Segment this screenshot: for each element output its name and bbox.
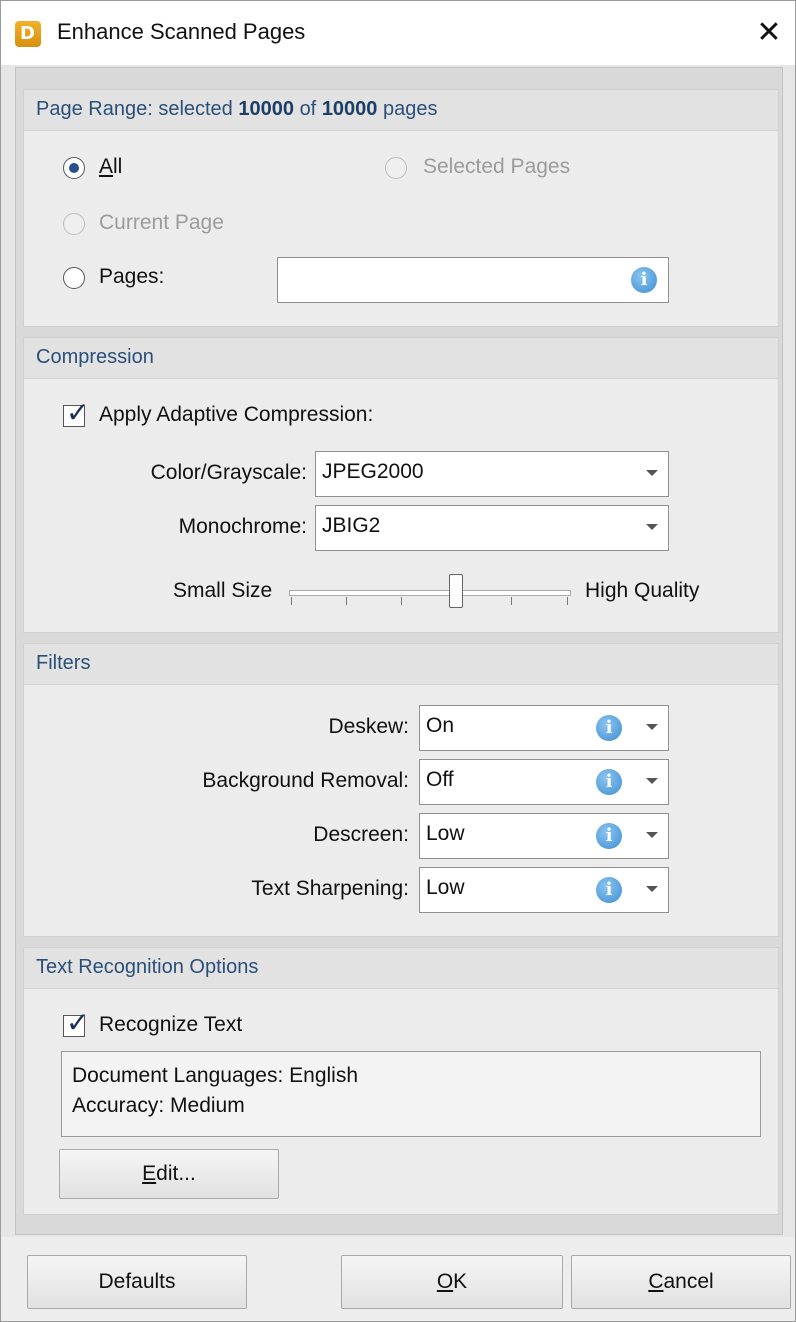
slider-tick <box>511 597 512 605</box>
apply-compression-label[interactable]: Apply Adaptive Compression: <box>99 403 373 427</box>
enhance-scanned-pages-dialog: D Enhance Scanned Pages ✕ Page Range: se… <box>0 0 796 1322</box>
chevron-down-icon <box>646 832 658 838</box>
slider-thumb[interactable] <box>449 574 463 608</box>
compression-header: Compression <box>24 338 778 379</box>
color-grayscale-value: JPEG2000 <box>322 460 424 483</box>
color-grayscale-select[interactable]: JPEG2000 <box>315 451 669 497</box>
close-icon[interactable]: ✕ <box>751 15 787 51</box>
info-icon[interactable]: i <box>596 769 622 795</box>
recognize-text-checkbox[interactable]: ✓ <box>63 1006 89 1039</box>
monochrome-label: Monochrome: <box>178 515 307 538</box>
descreen-select[interactable]: Low i <box>419 813 669 859</box>
pages-label[interactable]: Pages: <box>99 265 164 289</box>
info-icon[interactable]: i <box>631 267 657 293</box>
text-recognition-header: Text Recognition Options <box>24 948 778 989</box>
info-icon[interactable]: i <box>596 823 622 849</box>
cancel-button[interactable]: Cancel <box>571 1255 791 1309</box>
slider-tick <box>346 597 347 605</box>
monochrome-value: JBIG2 <box>322 514 381 537</box>
compression-title: Compression <box>36 346 154 368</box>
slider-min-label: Small Size <box>173 579 273 602</box>
accuracy-text: Accuracy: Medium <box>72 1094 245 1117</box>
page-range-prefix: Page Range: selected <box>36 98 233 120</box>
selected-count: 10000 <box>238 98 294 120</box>
text-sharpening-label: Text Sharpening: <box>251 877 409 900</box>
page-range-pages: pages <box>383 98 438 120</box>
background-removal-select[interactable]: Off i <box>419 759 669 805</box>
apply-compression-checkbox[interactable]: ✓ <box>63 396 89 429</box>
deskew-value: On <box>426 714 455 737</box>
chevron-down-icon <box>646 470 658 476</box>
chevron-down-icon <box>646 886 658 892</box>
current-page-label: Current Page <box>99 211 224 234</box>
app-logo-icon: D <box>15 21 41 47</box>
slider-tick <box>401 597 402 605</box>
deskew-label: Deskew: <box>328 715 409 738</box>
checkmark-icon: ✓ <box>66 1006 90 1039</box>
filters-title: Filters <box>36 652 91 674</box>
chevron-down-icon <box>646 524 658 530</box>
monochrome-select[interactable]: JBIG2 <box>315 505 669 551</box>
slider-tick <box>567 597 568 605</box>
page-range-header: Page Range: selected 10000 of 10000 page… <box>24 90 778 131</box>
deskew-select[interactable]: On i <box>419 705 669 751</box>
text-sharpening-value: Low <box>426 876 465 899</box>
current-page-radio[interactable] <box>63 213 85 235</box>
total-count: 10000 <box>321 98 378 120</box>
info-icon[interactable]: i <box>596 877 622 903</box>
edit-button[interactable]: Edit... <box>59 1149 279 1199</box>
slider-tick <box>291 597 292 605</box>
title-bar: D Enhance Scanned Pages ✕ <box>1 1 795 65</box>
ok-button[interactable]: OK <box>341 1255 563 1309</box>
background-removal-label: Background Removal: <box>202 769 409 792</box>
defaults-button[interactable]: Defaults <box>27 1255 247 1309</box>
color-grayscale-label: Color/Grayscale: <box>150 461 307 484</box>
pages-input[interactable] <box>277 257 669 303</box>
quality-slider[interactable] <box>289 590 571 596</box>
text-recognition-title: Text Recognition Options <box>36 956 259 978</box>
info-icon[interactable]: i <box>596 715 622 741</box>
descreen-label: Descreen: <box>313 823 409 846</box>
all-label[interactable]: All <box>99 155 122 179</box>
window-title: Enhance Scanned Pages <box>57 19 306 44</box>
pages-radio[interactable] <box>63 267 85 289</box>
page-range-title: Page Range: selected 10000 of 10000 page… <box>36 98 438 121</box>
recognition-summary-box: Document Languages: English Accuracy: Me… <box>61 1051 761 1137</box>
slider-max-label: High Quality <box>585 579 700 602</box>
chevron-down-icon <box>646 778 658 784</box>
text-sharpening-select[interactable]: Low i <box>419 867 669 913</box>
selected-pages-label: Selected Pages <box>423 155 571 178</box>
filters-header: Filters <box>24 644 778 685</box>
checkmark-icon: ✓ <box>66 396 90 429</box>
recognize-text-label[interactable]: Recognize Text <box>99 1013 242 1037</box>
all-radio[interactable] <box>63 157 85 179</box>
descreen-value: Low <box>426 822 465 845</box>
page-range-of: of <box>299 98 317 120</box>
chevron-down-icon <box>646 724 658 730</box>
selected-pages-radio[interactable] <box>385 157 407 179</box>
background-removal-value: Off <box>426 768 454 791</box>
document-languages-text: Document Languages: English <box>72 1064 359 1087</box>
